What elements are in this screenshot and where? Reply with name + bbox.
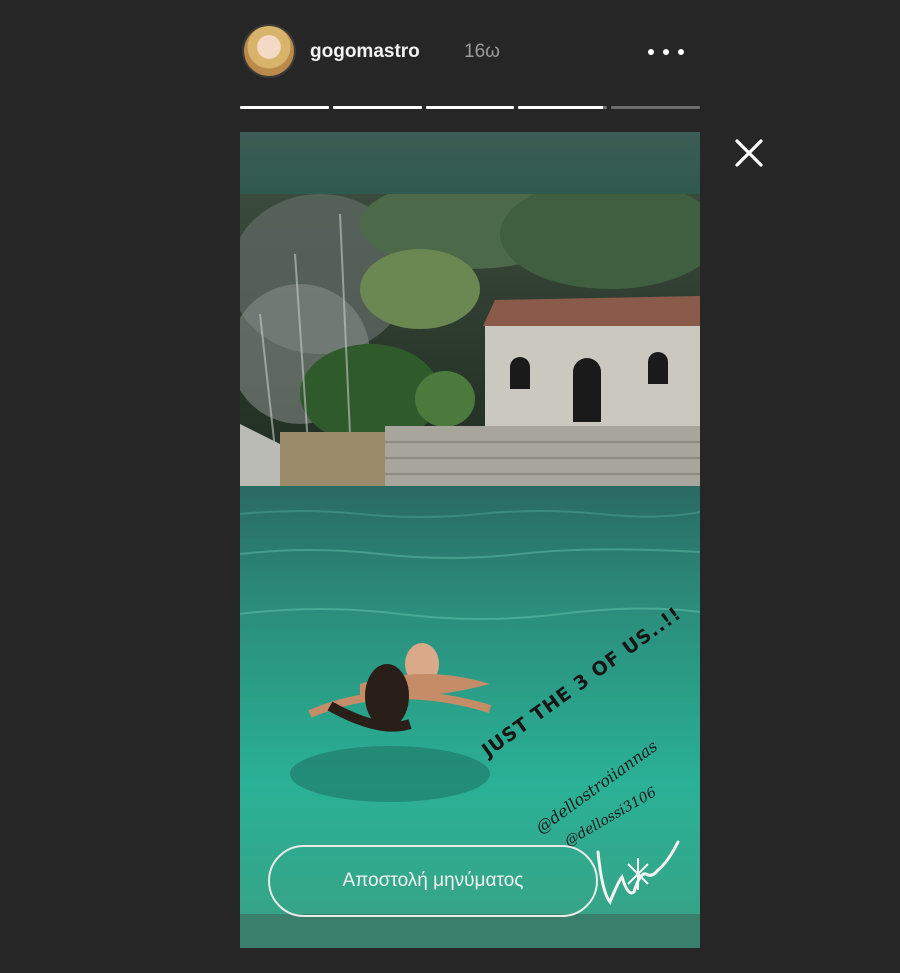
avatar[interactable] [244,26,294,76]
reply-message-input[interactable]: Αποστολή μηνύματος [268,845,598,917]
progress-segment-fill [240,106,329,109]
progress-segment-fill [332,106,422,109]
story-progress-bar [240,106,700,110]
progress-segment-fill [425,106,515,109]
progress-segment [240,106,329,109]
more-dots-icon[interactable] [644,38,688,66]
progress-segment-fill [518,106,603,109]
close-icon[interactable] [733,137,765,169]
story-header: gogomastro 16ω [240,22,700,82]
timestamp: 16ω [464,41,500,62]
love-sticker [596,840,680,905]
story-top-band [240,132,700,194]
progress-segment [611,106,700,109]
story-frame[interactable]: JUST THE 3 OF US..!! @dellostroiiannas @… [240,132,700,948]
username[interactable]: gogomastro [310,41,420,63]
progress-segment [332,106,422,109]
progress-segment [518,106,608,109]
progress-segment [425,106,515,109]
